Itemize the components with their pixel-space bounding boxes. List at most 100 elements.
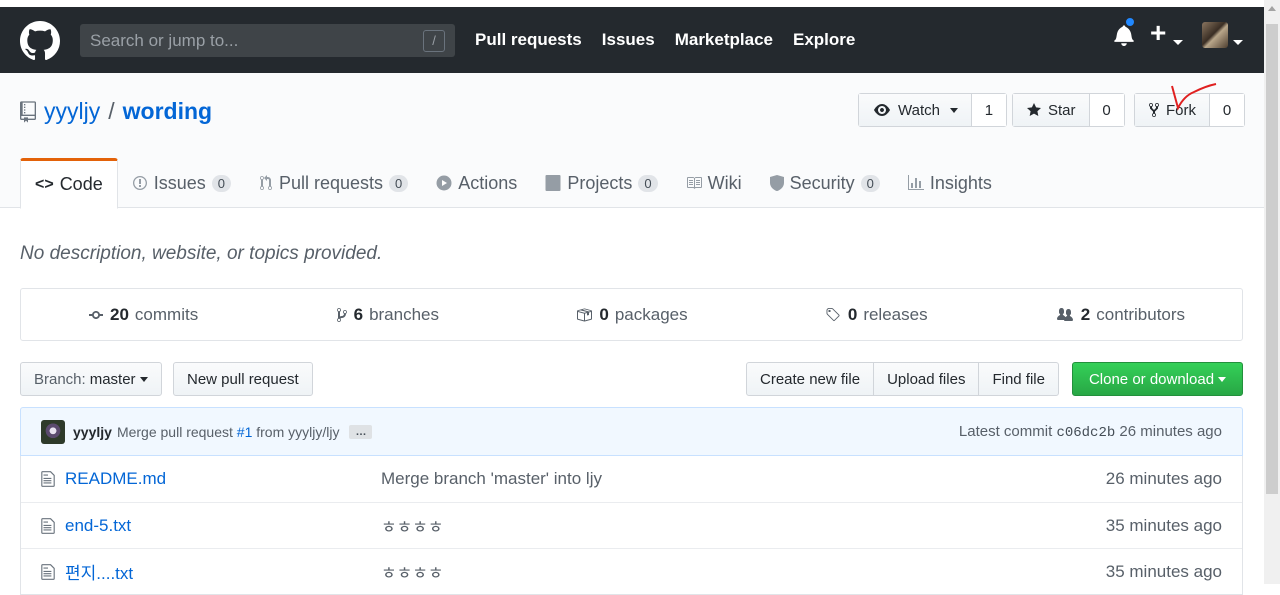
file-commit-message[interactable]: Merge branch 'master' into ljy [381, 469, 602, 489]
file-commit-message[interactable]: ㅎㅎㅎㅎ [381, 559, 444, 584]
new-pull-request-button[interactable]: New pull request [173, 362, 313, 396]
commits-label: commits [134, 304, 199, 324]
file-icon [41, 471, 55, 487]
star-label: Star [1048, 101, 1076, 119]
people-icon [1056, 307, 1073, 321]
branches-label: branches [369, 304, 439, 324]
nav-pull-requests[interactable]: Pull requests [475, 30, 582, 50]
tab-issues-label: Issues [153, 172, 206, 193]
tab-actions-label: Actions [458, 172, 518, 193]
releases-label: releases [863, 304, 928, 324]
repo-title-separator: / [108, 98, 115, 124]
repo-owner-link[interactable]: yyyljy [44, 98, 100, 125]
tab-wiki-label: Wiki [707, 172, 742, 193]
nav-issues[interactable]: Issues [602, 30, 655, 50]
commit-sha-link[interactable]: c06dc2b [1056, 425, 1115, 441]
releases-count: 0 [847, 304, 858, 324]
fork-icon [1149, 102, 1159, 118]
file-commit-message[interactable]: ㅎㅎㅎㅎ [381, 513, 444, 538]
scrollbar-thumb[interactable] [1266, 24, 1278, 494]
tab-insights[interactable]: Insights [894, 158, 1006, 208]
file-row: 편지....txt ㅎㅎㅎㅎ 35 minutes ago [21, 548, 1242, 594]
search-input[interactable] [80, 30, 400, 51]
global-header: / Pull requests Issues Marketplace Explo… [0, 7, 1264, 73]
watch-count[interactable]: 1 [971, 94, 1006, 126]
play-icon [436, 175, 452, 191]
tab-security-label: Security [789, 172, 855, 193]
file-age: 35 minutes ago [1105, 561, 1222, 581]
tab-pull-requests-label: Pull requests [278, 172, 384, 193]
plus-dropdown-caret-icon[interactable] [1173, 40, 1183, 45]
tag-icon [826, 307, 840, 321]
file-name-link[interactable]: end-5.txt [65, 516, 131, 536]
search-hotkey-hint: / [423, 30, 445, 52]
repo-tabs: <> Code Issues 0 Pull requests 0 Actions… [20, 158, 1006, 209]
red-checkmark-annotation-icon [1171, 83, 1217, 111]
watch-button[interactable]: Watch [859, 94, 972, 126]
releases-link[interactable]: 0 releases [754, 289, 998, 340]
commit-author-avatar[interactable] [41, 419, 65, 444]
tab-issues[interactable]: Issues 0 [118, 158, 245, 208]
tab-code[interactable]: <> Code [20, 158, 118, 209]
star-button[interactable]: Star [1013, 94, 1090, 126]
latest-commit-bar: yyyljy Merge pull request #1 from yyyljy… [20, 407, 1243, 456]
git-pull-request-icon [259, 175, 272, 190]
clone-or-download-button[interactable]: Clone or download [1072, 362, 1243, 396]
file-name-link[interactable]: README.md [65, 469, 166, 489]
commit-author[interactable]: yyyljy [73, 424, 112, 440]
latest-commit-info: Latest commit c06dc2b 26 minutes ago [959, 423, 1222, 441]
user-avatar[interactable] [1202, 22, 1228, 48]
branches-link[interactable]: 6 branches [265, 289, 509, 340]
graph-icon [907, 175, 924, 190]
tab-actions[interactable]: Actions [422, 158, 531, 208]
tab-security[interactable]: Security 0 [756, 158, 894, 208]
search-box[interactable]: / [80, 24, 455, 57]
star-button-group: Star 0 [1012, 93, 1125, 127]
project-icon [545, 175, 561, 191]
file-list: README.md Merge branch 'master' into ljy… [20, 456, 1243, 595]
commit-message-suffix: from yyyljy/ljy [256, 423, 340, 440]
contributors-count: 2 [1080, 304, 1091, 324]
tab-wiki[interactable]: Wiki [672, 158, 756, 208]
tab-code-label: Code [59, 174, 103, 194]
file-icon [41, 563, 55, 580]
star-count[interactable]: 0 [1089, 94, 1124, 126]
file-age: 35 minutes ago [1105, 515, 1222, 535]
file-name-link[interactable]: 편지....txt [65, 559, 133, 584]
create-new-plus-icon[interactable]: + [1150, 18, 1166, 48]
window-top-edge [0, 0, 1280, 7]
branch-name: master [89, 370, 136, 388]
nav-marketplace[interactable]: Marketplace [675, 30, 773, 50]
repo-name-link[interactable]: wording [123, 98, 212, 125]
scroll-up-arrow-icon[interactable] [1268, 6, 1276, 11]
branch-select-button[interactable]: Branch: master [20, 362, 162, 396]
commits-link[interactable]: 20 commits [21, 289, 265, 340]
star-icon [1027, 103, 1041, 116]
branch-caret-icon [139, 376, 148, 382]
upload-files-button[interactable]: Upload files [874, 363, 980, 395]
tab-pull-requests[interactable]: Pull requests 0 [245, 158, 422, 208]
nav-explore[interactable]: Explore [793, 30, 855, 50]
tab-projects[interactable]: Projects 0 [531, 158, 671, 208]
tab-insights-label: Insights [929, 172, 992, 193]
expand-commit-message-button[interactable]: … [349, 424, 373, 439]
file-actions-group: Create new file Upload files Find file [746, 362, 1059, 396]
git-commit-icon [89, 310, 103, 319]
find-file-button[interactable]: Find file [979, 363, 1058, 395]
avatar-dropdown-caret-icon[interactable] [1233, 40, 1243, 45]
file-row: end-5.txt ㅎㅎㅎㅎ 35 minutes ago [21, 502, 1242, 548]
clone-caret-icon [1218, 376, 1227, 382]
global-nav: Pull requests Issues Marketplace Explore [475, 30, 855, 50]
github-logo-icon[interactable] [20, 21, 60, 61]
contributors-link[interactable]: 2 contributors [998, 289, 1242, 340]
repo-description: No description, website, or topics provi… [20, 243, 383, 264]
git-branch-icon [336, 307, 347, 322]
packages-link[interactable]: 0 packages [509, 289, 753, 340]
branch-prefix: Branch: [34, 370, 86, 388]
unread-notification-dot [1124, 16, 1136, 28]
file-age: 26 minutes ago [1105, 469, 1222, 488]
commit-pr-link[interactable]: #1 [237, 424, 253, 440]
contributors-label: contributors [1096, 304, 1186, 324]
commit-message[interactable]: Merge pull request #1 from yyyljy/ljy [117, 424, 340, 440]
create-new-file-button[interactable]: Create new file [747, 363, 875, 395]
